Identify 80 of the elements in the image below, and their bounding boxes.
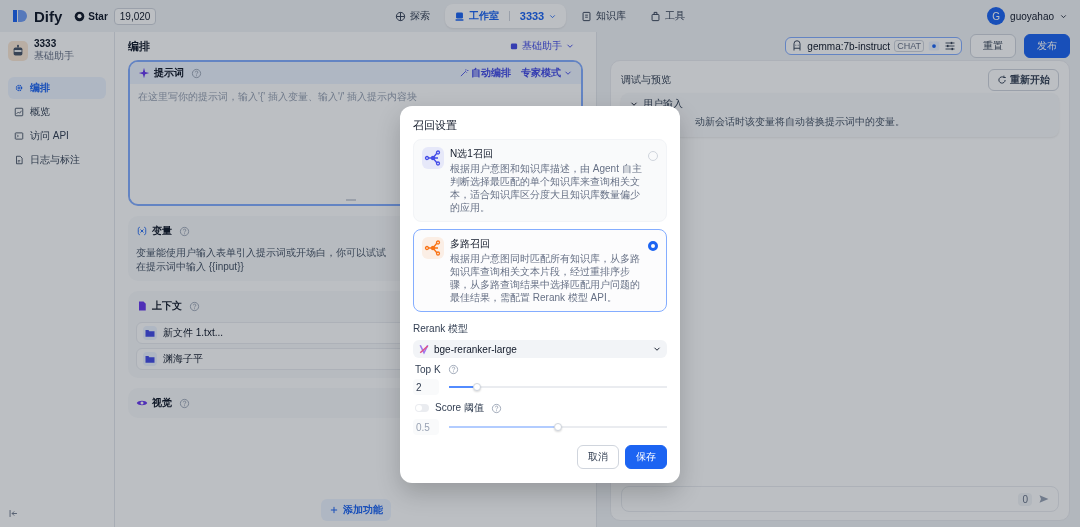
save-button[interactable]: 保存 xyxy=(625,445,667,469)
branch-icon xyxy=(424,238,442,258)
reset-button[interactable]: 重置 xyxy=(970,34,1016,58)
option-description: 根据用户意图同时匹配所有知识库，从多路知识库查询相关文本片段，经过重排序步骤，从多路查询结果中选择匹配用户问题的最佳结果，需配置 Rerank 模型 API。 xyxy=(450,252,641,304)
mode-dropdown[interactable]: 基础助手 xyxy=(505,37,579,55)
rerank-model-dropdown[interactable]: bge-reranker-large xyxy=(413,340,667,358)
branch-icon xyxy=(424,148,442,168)
feature-title: 视觉 xyxy=(152,396,172,410)
section-title: 编排 xyxy=(128,38,150,54)
github-star-button[interactable]: Star xyxy=(74,10,108,22)
book-icon xyxy=(581,10,593,22)
sidebar-item[interactable]: 概览 xyxy=(8,101,106,123)
add-feature-button[interactable]: 添加功能 xyxy=(320,499,391,521)
restart-button[interactable]: 重新开始 xyxy=(988,69,1059,91)
character-counter: 0 xyxy=(1018,492,1032,506)
github-icon xyxy=(74,10,86,22)
slider-thumb[interactable] xyxy=(554,423,562,431)
compass-icon xyxy=(394,10,406,22)
option-title: 多路召回 xyxy=(450,237,491,251)
nav-tab[interactable]: 知识库 xyxy=(572,4,636,28)
help-icon xyxy=(189,300,200,312)
model-tag: CHAT xyxy=(894,40,924,52)
help-icon xyxy=(179,397,190,409)
nav-tab[interactable]: 工具 xyxy=(641,4,695,28)
app-type: 基础助手 xyxy=(34,49,74,63)
help-icon xyxy=(179,225,190,237)
plus-icon xyxy=(328,505,339,515)
slider-thumb[interactable] xyxy=(473,383,482,391)
model-selector[interactable]: gemma:7b-instruct CHAT xyxy=(785,37,962,55)
refresh-icon xyxy=(997,75,1007,85)
gear-icon xyxy=(14,83,24,93)
value-field[interactable]: 2 xyxy=(413,379,439,395)
collapse-icon xyxy=(8,508,19,519)
resize-handle[interactable] xyxy=(346,199,356,201)
send-icon xyxy=(1038,493,1050,505)
radio-button[interactable] xyxy=(648,241,658,251)
user-input-hint: 动新会话时该变量将自动替换提示词中的变量。 xyxy=(694,115,906,129)
brand-name: Dify xyxy=(34,7,63,25)
nav-tab[interactable]: 工作室 3333 xyxy=(444,4,567,28)
retrieval-option[interactable]: N选1召回 根据用户意图和知识库描述，由 Agent 自主判断选择最匹配的单个知识库来查询相关文本，适合知识库区分度大且知识库数量偏少的应用。 xyxy=(413,139,667,222)
user-name[interactable]: guoyahao xyxy=(1010,10,1054,22)
sidebar-item[interactable]: 日志与标注 xyxy=(8,149,106,171)
sparkle-icon xyxy=(138,67,150,79)
terminal-icon xyxy=(14,131,24,141)
folder-icon xyxy=(144,353,156,365)
cancel-button[interactable]: 取消 xyxy=(577,445,619,469)
field-label: Score 阈值 xyxy=(435,401,484,415)
help-icon xyxy=(191,67,202,79)
feature-title: 上下文 xyxy=(152,299,182,313)
expert-mode-button[interactable]: 专家模式 xyxy=(521,66,573,80)
field-label: Rerank 模型 xyxy=(413,322,469,336)
sliders-icon xyxy=(944,40,956,52)
variable-hint: 变量能使用户输入表单引入提示词或开场白，你可以试试在提示词中输入 {{input}} xyxy=(136,246,387,273)
dialog-title: 召回设置 xyxy=(413,118,458,133)
option-title: N选1召回 xyxy=(450,147,494,161)
model-logo-icon xyxy=(418,343,430,355)
toolbox-icon xyxy=(650,10,662,22)
sidebar-item[interactable]: 编排 xyxy=(8,77,106,99)
magic-icon xyxy=(459,68,469,78)
publish-button[interactable]: 发布 xyxy=(1024,34,1070,58)
help-icon xyxy=(490,402,502,414)
file-icon xyxy=(136,300,148,312)
user-avatar[interactable]: G xyxy=(987,7,1006,25)
app-name: 3333 xyxy=(34,38,58,49)
sidebar-item[interactable]: 访问 API xyxy=(8,125,106,147)
chat-input-field[interactable]: 0 xyxy=(621,486,1059,512)
document-icon xyxy=(14,155,24,165)
retrieval-option[interactable]: 多路召回 根据用户意图同时匹配所有知识库，从多路知识库查询相关文本片段，经过重排序步骤，从多路查询结果中选择匹配用户问题的最佳结果，需配置 Rerank 模型 API。 xyxy=(413,229,667,312)
nav-tab[interactable]: 探索 xyxy=(385,4,439,28)
help-icon xyxy=(447,364,459,375)
model-icon xyxy=(791,40,804,52)
monitor-icon xyxy=(453,10,465,22)
prompt-title: 提示词 xyxy=(154,66,184,80)
folder-icon xyxy=(144,327,156,339)
variable-icon xyxy=(136,225,148,237)
feature-title: 变量 xyxy=(152,224,172,238)
chart-icon xyxy=(14,107,24,117)
panel-title: 调试与预览 xyxy=(621,73,671,87)
auto-orchestrate-button[interactable]: 自动编排 xyxy=(459,66,511,80)
star-count: 19,020 xyxy=(113,7,157,25)
